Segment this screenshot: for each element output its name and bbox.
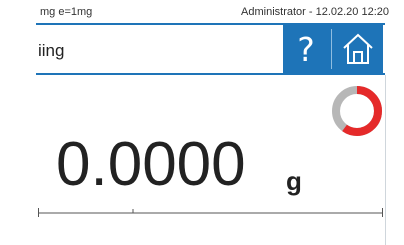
balance-info: mg e=1mg bbox=[40, 6, 93, 18]
panel-border bbox=[385, 75, 386, 245]
weight-value: 0.0000 bbox=[56, 130, 246, 199]
weight-unit: g bbox=[286, 166, 302, 196]
status-bar: mg e=1mg Administrator - 12.02.20 12:20 bbox=[0, 0, 404, 22]
user-datetime: Administrator - 12.02.20 12:20 bbox=[241, 6, 389, 18]
button-divider-line bbox=[331, 29, 332, 69]
home-button[interactable] bbox=[333, 25, 383, 73]
ring-indicator-icon bbox=[332, 86, 382, 136]
question-mark-icon: ? bbox=[297, 29, 315, 69]
page-title: iing bbox=[38, 41, 65, 60]
bar-graph-scale bbox=[38, 208, 383, 217]
home-icon bbox=[343, 33, 373, 64]
title-bar: iing ? bbox=[36, 23, 385, 75]
help-button[interactable]: ? bbox=[283, 25, 329, 73]
